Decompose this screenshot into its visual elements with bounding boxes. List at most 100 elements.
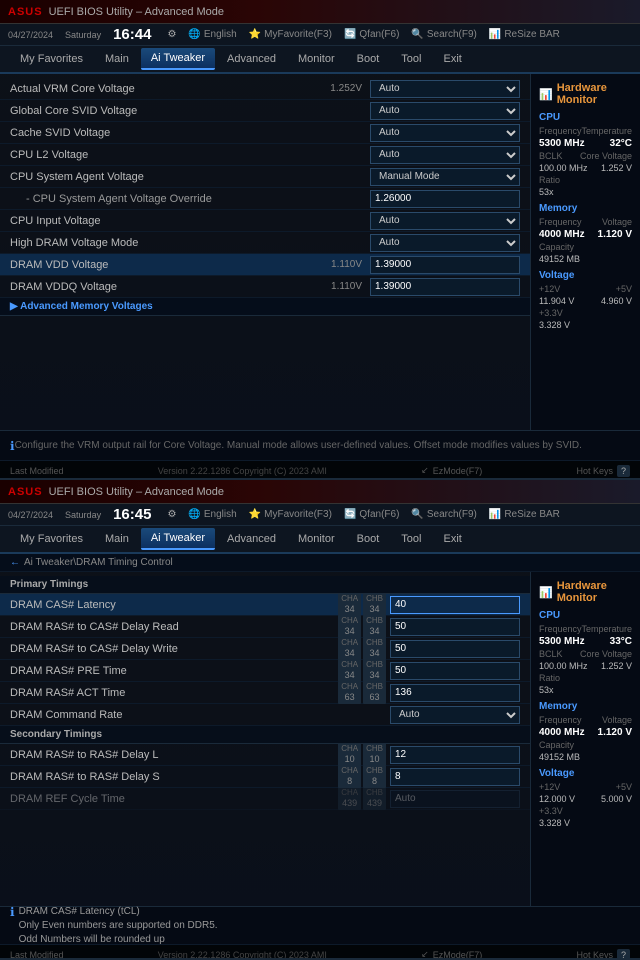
setting-select-sa-voltage[interactable]: Manual Mode bbox=[370, 168, 520, 186]
content-area-2: Primary Timings DRAM CAS# Latency CHA34 … bbox=[0, 572, 640, 906]
setting-row-cas[interactable]: DRAM CAS# Latency CHA34 CHB34 bbox=[0, 594, 530, 616]
settings-icon-2[interactable]: ⚙ bbox=[167, 509, 176, 520]
toolbar-qfan-2[interactable]: 🔄Qfan(F6) bbox=[344, 509, 399, 520]
setting-input-ras-act[interactable] bbox=[390, 684, 520, 702]
setting-input-cas[interactable] bbox=[390, 596, 520, 614]
bios-toolbar-2: 04/27/2024 Saturday 16:45 ⚙ 🌐English ⭐My… bbox=[0, 504, 640, 526]
setting-input-dram-vddq[interactable] bbox=[370, 278, 520, 296]
setting-input-ras-ras-l[interactable] bbox=[390, 746, 520, 764]
nav-monitor-2[interactable]: Monitor bbox=[288, 529, 345, 549]
breadcrumb-2: ← Ai Tweaker\DRAM Timing Control bbox=[0, 554, 640, 572]
hot-keys-1[interactable]: Hot Keys ? bbox=[576, 465, 630, 477]
nav-main-1[interactable]: Main bbox=[95, 49, 139, 69]
nav-exit-2[interactable]: Exit bbox=[433, 529, 471, 549]
setting-input-ras-ras-s[interactable] bbox=[390, 768, 520, 786]
hot-keys-badge-2: ? bbox=[617, 949, 630, 960]
setting-row-ras-write[interactable]: DRAM RAS# to CAS# Delay Write CHA34 CHB3… bbox=[0, 638, 530, 660]
hot-keys-2[interactable]: Hot Keys ? bbox=[576, 949, 630, 960]
setting-row-ras-pre[interactable]: DRAM RAS# PRE Time CHA34 CHB34 bbox=[0, 660, 530, 682]
nav-tool-2[interactable]: Tool bbox=[391, 529, 431, 549]
nav-aitweaker-1[interactable]: Ai Tweaker bbox=[141, 48, 215, 70]
nav-boot-2[interactable]: Boot bbox=[347, 529, 390, 549]
bottom-bar-1: Last Modified Version 2.22.1286 Copyrigh… bbox=[0, 460, 640, 480]
setting-label-cache-svid: Cache SVID Voltage bbox=[10, 127, 312, 139]
ras-act-cha-chb: CHA63 CHB63 bbox=[338, 681, 386, 703]
last-modified-1[interactable]: Last Modified bbox=[10, 466, 64, 476]
date-2: 04/27/2024 bbox=[8, 510, 53, 520]
setting-row-dram-vdd[interactable]: DRAM VDD Voltage 1.110V bbox=[0, 254, 530, 276]
toolbar-resize-2[interactable]: 📊ReSize BAR bbox=[489, 509, 560, 520]
hw-sidebar-1: 📊 Hardware Monitor CPU Frequency Tempera… bbox=[530, 74, 640, 430]
status-bar-2: ℹ DRAM CAS# Latency (tCL) Only Even numb… bbox=[0, 906, 640, 944]
setting-input-ras-read[interactable] bbox=[390, 618, 520, 636]
nav-advanced-1[interactable]: Advanced bbox=[217, 49, 286, 69]
toolbar-language-1[interactable]: 🌐English bbox=[188, 29, 236, 40]
bios-header-1: ASUS UEFI BIOS Utility – Advanced Mode bbox=[0, 0, 640, 24]
setting-row-ras-ras-s[interactable]: DRAM RAS# to RAS# Delay S CHA8 CHB8 bbox=[0, 766, 530, 788]
section-advanced-memory[interactable]: ▶ Advanced Memory Voltages bbox=[0, 298, 530, 316]
ref-cycle-chb: CHB439 bbox=[363, 787, 386, 809]
setting-row-sa-override[interactable]: - CPU System Agent Voltage Override bbox=[0, 188, 530, 210]
nav-advanced-2[interactable]: Advanced bbox=[217, 529, 286, 549]
setting-row-sa-voltage[interactable]: CPU System Agent Voltage Manual Mode bbox=[0, 166, 530, 188]
toolbar-search-2[interactable]: 🔍Search(F9) bbox=[411, 509, 476, 520]
setting-label-dram-vddq: DRAM VDDQ Voltage bbox=[10, 281, 312, 293]
toolbar-language-2[interactable]: 🌐English bbox=[188, 509, 236, 520]
toolbar-search-1[interactable]: 🔍Search(F9) bbox=[411, 29, 476, 40]
setting-label-cas: DRAM CAS# Latency bbox=[10, 599, 338, 611]
setting-select-cache-svid[interactable]: Auto bbox=[370, 124, 520, 142]
toolbar-resize-1[interactable]: 📊ReSize BAR bbox=[489, 29, 560, 40]
setting-input-ras-write[interactable] bbox=[390, 640, 520, 658]
nav-favorites-1[interactable]: My Favorites bbox=[10, 49, 93, 69]
setting-select-dram-mode[interactable]: Auto bbox=[370, 234, 520, 252]
setting-input-sa-override[interactable] bbox=[370, 190, 520, 208]
settings-icon-1[interactable]: ⚙ bbox=[167, 29, 176, 40]
setting-current-dram-vdd: 1.110V bbox=[312, 259, 362, 270]
setting-select-cpu-input[interactable]: Auto bbox=[370, 212, 520, 230]
nav-tool-1[interactable]: Tool bbox=[391, 49, 431, 69]
ras-ras-l-cha-chb: CHA10 CHB10 bbox=[338, 743, 386, 765]
setting-row-ras-act[interactable]: DRAM RAS# ACT Time CHA63 CHB63 bbox=[0, 682, 530, 704]
setting-label-ras-pre: DRAM RAS# PRE Time bbox=[10, 665, 338, 677]
hw-bclk-row: 100.00 MHz 1.252 V bbox=[539, 163, 632, 173]
setting-current-dram-vddq: 1.110V bbox=[312, 281, 362, 292]
setting-row-ras-ras-l[interactable]: DRAM RAS# to RAS# Delay L CHA10 CHB10 bbox=[0, 744, 530, 766]
setting-select-vrm-core[interactable]: Auto bbox=[370, 80, 520, 98]
last-modified-2[interactable]: Last Modified bbox=[10, 950, 64, 960]
setting-row-dram-mode[interactable]: High DRAM Voltage Mode Auto bbox=[0, 232, 530, 254]
setting-label-svid: Global Core SVID Voltage bbox=[10, 105, 312, 117]
nav-exit-1[interactable]: Exit bbox=[433, 49, 471, 69]
toolbar-favorite-1[interactable]: ⭐MyFavorite(F3) bbox=[249, 29, 332, 40]
ez-mode-1[interactable]: ↙ EzMode(F7) bbox=[421, 465, 482, 476]
setting-row-cache-svid[interactable]: Cache SVID Voltage Auto bbox=[0, 122, 530, 144]
back-arrow-2[interactable]: ← bbox=[10, 557, 20, 568]
asus-logo-1: ASUS bbox=[8, 6, 43, 18]
setting-row-cpu-l2[interactable]: CPU L2 Voltage Auto bbox=[0, 144, 530, 166]
ras-read-chb: CHB34 bbox=[363, 615, 386, 637]
setting-input-ras-pre[interactable] bbox=[390, 662, 520, 680]
hw-bclk-val: 100.00 MHz bbox=[539, 163, 588, 173]
setting-select-svid[interactable]: Auto bbox=[370, 102, 520, 120]
setting-row-cmd-rate[interactable]: DRAM Command Rate Auto bbox=[0, 704, 530, 726]
nav-monitor-1[interactable]: Monitor bbox=[288, 49, 345, 69]
setting-label-ras-write: DRAM RAS# to CAS# Delay Write bbox=[10, 643, 338, 655]
nav-boot-1[interactable]: Boot bbox=[347, 49, 390, 69]
setting-row-cpu-input[interactable]: CPU Input Voltage Auto bbox=[0, 210, 530, 232]
setting-row-dram-vddq[interactable]: DRAM VDDQ Voltage 1.110V bbox=[0, 276, 530, 298]
setting-input-dram-vdd[interactable] bbox=[370, 256, 520, 274]
setting-select-cmd-rate[interactable]: Auto bbox=[390, 706, 520, 724]
nav-aitweaker-2[interactable]: Ai Tweaker bbox=[141, 528, 215, 550]
toolbar-favorite-2[interactable]: ⭐MyFavorite(F3) bbox=[249, 509, 332, 520]
setting-row-svid[interactable]: Global Core SVID Voltage Auto bbox=[0, 100, 530, 122]
hw-cpu-temp-2: 33°C bbox=[610, 636, 632, 647]
hw-temp-label: Temperature bbox=[582, 126, 633, 136]
setting-row-vrm-core[interactable]: Actual VRM Core Voltage 1.252V Auto bbox=[0, 78, 530, 100]
ez-mode-2[interactable]: ↙ EzMode(F7) bbox=[421, 949, 482, 960]
setting-select-cpu-l2[interactable]: Auto bbox=[370, 146, 520, 164]
toolbar-qfan-1[interactable]: 🔄Qfan(F6) bbox=[344, 29, 399, 40]
nav-main-2[interactable]: Main bbox=[95, 529, 139, 549]
nav-favorites-2[interactable]: My Favorites bbox=[10, 529, 93, 549]
hw-ratio-2: 53x bbox=[539, 685, 554, 695]
hw-sidebar-title-2: 📊 Hardware Monitor bbox=[539, 580, 632, 604]
setting-row-ras-read[interactable]: DRAM RAS# to CAS# Delay Read CHA34 CHB34 bbox=[0, 616, 530, 638]
